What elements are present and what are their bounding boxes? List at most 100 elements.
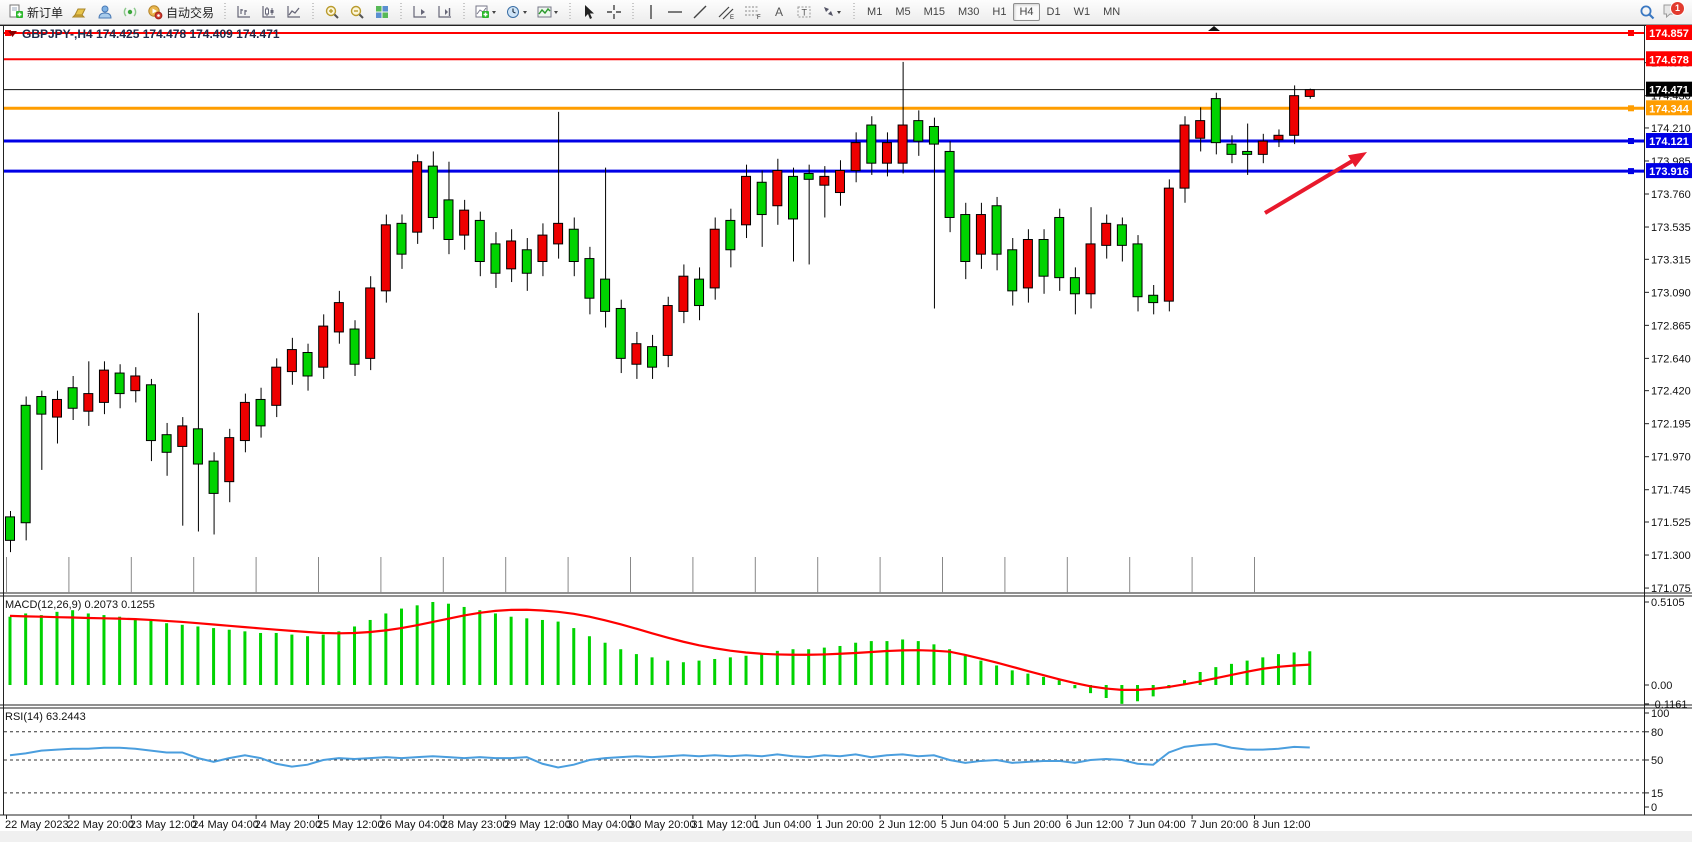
signals-button[interactable] [118,2,142,23]
periods-button[interactable] [502,2,532,23]
chart-shift-button[interactable] [433,2,457,23]
candlestick-button[interactable] [257,2,281,23]
macd-bar [682,662,685,685]
chart-title: GBPJPY-,H4 174.425 174.478 174.409 174.4… [22,27,280,41]
macd-bar [416,605,419,685]
line-chart-icon [286,4,302,20]
text-button[interactable]: A [767,2,791,23]
candle [882,143,891,164]
macd-bar [651,657,654,685]
indicators-icon [537,4,559,20]
new-order-icon [8,4,24,20]
search-icon[interactable] [1638,3,1656,21]
timeframe-M30[interactable]: M30 [952,3,985,21]
candle [945,151,954,217]
candle [146,385,155,441]
macd-bar [259,633,262,685]
time-axis-label: 2 Jun 12:00 [879,819,937,831]
macd-bar [1011,670,1014,685]
auto-trading-button[interactable]: 自动交易 [143,2,218,23]
candle [99,370,108,402]
hline-handle[interactable] [1628,30,1634,36]
candle [319,326,328,367]
candlestick-icon [261,4,277,20]
fibonacci-icon: F [744,4,762,20]
text-label-button[interactable]: T [792,2,816,23]
quotes-button[interactable] [68,2,92,23]
indicators-button[interactable] [533,2,563,23]
text-label-icon: T [796,4,812,20]
notifications-button[interactable]: 1 [1662,2,1682,22]
horizontal-line-icon [667,4,683,20]
rsi-tick-label: 80 [1651,727,1663,739]
macd-bar [478,610,481,685]
macd-bar [1293,652,1296,685]
timeframe-D1[interactable]: D1 [1041,3,1067,21]
trendline-button[interactable] [688,2,712,23]
candle [1211,99,1220,143]
equidistant-channel-button[interactable]: E [713,2,739,23]
macd-tick-label: 0.5105 [1651,597,1685,609]
zoom-in-button[interactable] [320,2,344,23]
new-order-label: 新订单 [27,4,63,21]
time-axis-label: 30 May 20:00 [629,819,696,831]
time-axis-label: 23 May 12:00 [130,819,197,831]
hline-handle[interactable] [1628,105,1634,111]
macd-bar [87,613,90,685]
timeframe-H4[interactable]: H4 [1013,3,1039,21]
time-axis-label: 7 Jun 04:00 [1128,819,1186,831]
new-order-button[interactable]: 新订单 [4,2,67,23]
rsi-tick-label: 50 [1651,755,1663,767]
timeframe-M15[interactable]: M15 [918,3,951,21]
hline-handle[interactable] [1628,168,1634,174]
new-chart-button[interactable] [471,2,501,23]
candle [272,367,281,405]
crosshair-button[interactable] [602,2,626,23]
fibonacci-button[interactable]: F [740,2,766,23]
arrows-button[interactable] [817,2,847,23]
hline-handle[interactable] [1628,138,1634,144]
timeframe-H1[interactable]: H1 [986,3,1012,21]
candle [601,279,610,311]
arrows-icon [821,4,843,20]
tile-windows-button[interactable] [370,2,394,23]
candle [366,288,375,358]
horizontal-line-button[interactable] [663,2,687,23]
candle [914,121,923,142]
line-chart-button[interactable] [282,2,306,23]
svg-text:F: F [757,15,761,20]
price-tick-label: 172.195 [1651,419,1691,431]
auto-scroll-button[interactable] [408,2,432,23]
macd-bar [729,657,732,685]
rsi-tick-label: 15 [1651,788,1663,800]
macd-label: MACD(12,26,9) 0.2073 0.1255 [5,599,155,611]
macd-bar [353,626,356,685]
price-tick-label: 171.970 [1651,452,1691,464]
price-badge-label: 173.916 [1649,166,1689,178]
candle [115,373,124,394]
timeframe-M1[interactable]: M1 [861,3,888,21]
chart-canvas[interactable]: 22 May 202322 May 20:0023 May 12:0024 Ma… [0,25,1692,837]
candle [820,176,829,185]
time-axis-label: 24 May 20:00 [255,819,322,831]
bar-chart-button[interactable] [232,2,256,23]
macd-bar [572,628,575,685]
candle [491,244,500,273]
macd-bar [1026,674,1029,685]
timeframe-M5[interactable]: M5 [889,3,916,21]
price-tick-label: 172.420 [1651,386,1691,398]
profile-button[interactable] [93,2,117,23]
macd-bar [838,646,841,685]
timeframe-W1[interactable]: W1 [1068,3,1097,21]
timeframe-MN[interactable]: MN [1097,3,1126,21]
price-tick-label: 173.760 [1651,189,1691,201]
candle [68,388,77,409]
vertical-line-button[interactable] [640,2,662,23]
price-badge-label: 174.857 [1649,28,1689,40]
signal-icon [122,4,138,20]
cursor-icon [581,4,597,20]
macd-bar [713,659,716,685]
zoom-out-button[interactable] [345,2,369,23]
cursor-button[interactable] [577,2,601,23]
toolbar-separator [567,3,573,21]
